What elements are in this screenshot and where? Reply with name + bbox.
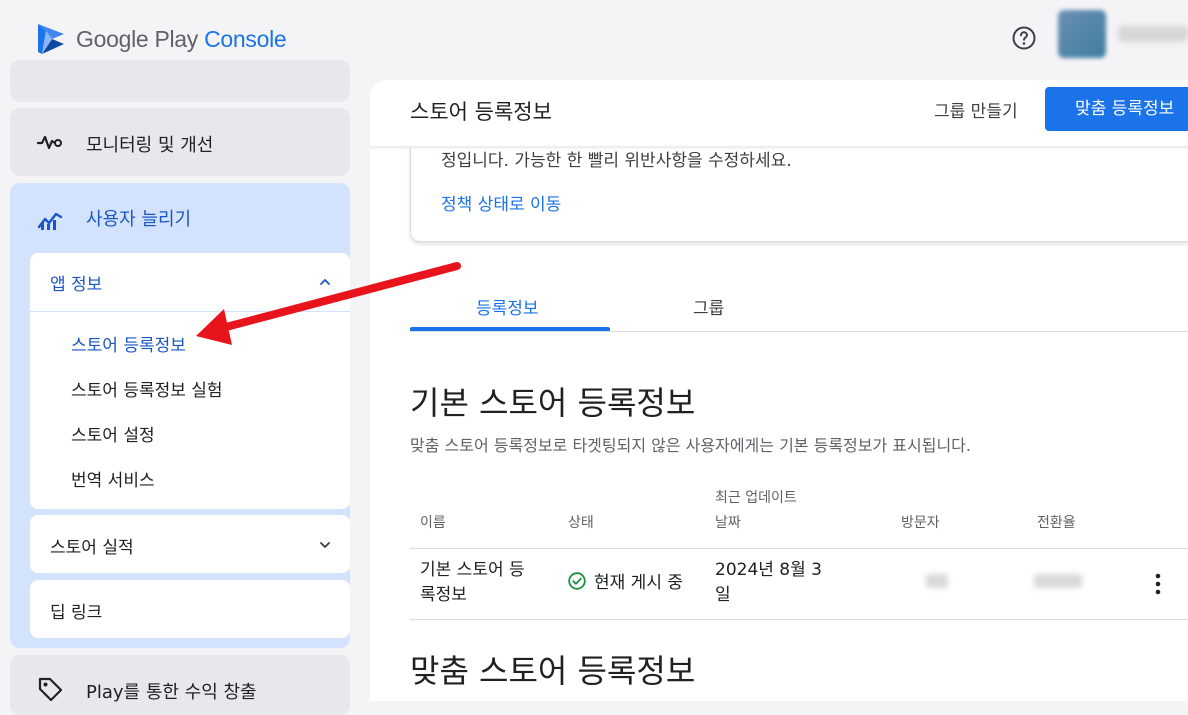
sidebar-item-store-performance[interactable]: 스토어 실적 (30, 515, 350, 573)
sidebar-item-deep-links[interactable]: 딥 링크 (30, 580, 350, 638)
tab-divider (410, 331, 1188, 332)
default-listing-title: 기본 스토어 등록정보 (410, 384, 696, 422)
column-header-visitors[interactable]: 방문자 (901, 511, 940, 536)
column-header-updated-line2[interactable]: 날짜 (715, 511, 741, 536)
play-console-logo-icon (38, 24, 64, 54)
vitals-icon (36, 135, 62, 150)
app-info-header[interactable]: 앱 정보 (30, 253, 350, 309)
custom-listing-title: 맞춤 스토어 등록정보 (410, 652, 696, 690)
sidebar-item-monetize[interactable]: Play를 통한 수익 창출 (10, 655, 350, 715)
policy-status-link[interactable]: 정책 상태로 이동 (441, 190, 561, 215)
sidebar-item-collapsed-top[interactable] (10, 60, 350, 102)
page-title: 스토어 등록정보 (410, 100, 552, 124)
status-text: 현재 게시 중 (594, 573, 684, 593)
column-header-conversion[interactable]: 전환율 (1037, 511, 1076, 536)
app-info-label: 앱 정보 (50, 275, 103, 295)
sidebar-item-translation-service[interactable]: 번역 서비스 (71, 466, 155, 491)
account-avatar[interactable] (1058, 10, 1106, 58)
main-panel: 정입니다. 가능한 한 빨리 위반사항을 수정하세요. 정책 상태로 이동 스토… (370, 80, 1188, 701)
conversion-value-blurred (1034, 574, 1082, 588)
sidebar-item-monitoring[interactable]: 모니터링 및 개선 (10, 108, 350, 176)
more-vert-icon[interactable] (1155, 572, 1161, 596)
play-console-logo[interactable]: Google Play Console (36, 22, 287, 56)
sidebar-item-store-settings[interactable]: 스토어 설정 (71, 421, 155, 446)
account-name-blurred[interactable] (1118, 26, 1188, 42)
column-header-status[interactable]: 상태 (568, 511, 594, 536)
app-info-group: 앱 정보 스토어 등록정보 스토어 등록정보 실험 스토어 설정 번역 서비스 (30, 253, 350, 509)
default-listing-description: 맞춤 스토어 등록정보로 타겟팅되지 않은 사용자에게는 기본 등록정보가 표시… (410, 436, 971, 455)
sidebar-item-label: 모니터링 및 개선 (86, 135, 214, 156)
custom-listing-button[interactable]: 맞춤 등록정보 (1045, 87, 1188, 131)
table-row-divider (410, 619, 1188, 620)
listing-name-line1: 기본 스토어 등 (420, 560, 525, 580)
column-header-updated-line1[interactable]: 최근 업데이트 (715, 486, 797, 511)
listing-date-line1: 2024년 8월 3 (715, 560, 822, 580)
tab-groups[interactable]: 그룹 (693, 294, 724, 319)
growth-chart-icon (37, 212, 63, 230)
tag-icon (38, 677, 63, 702)
chevron-up-icon (320, 278, 330, 285)
divider (30, 311, 350, 312)
tab-listings[interactable]: 등록정보 (476, 294, 539, 319)
sidebar-item-label: 사용자 늘리기 (86, 209, 192, 230)
logo-text: Google Play Console (76, 25, 287, 52)
sidebar-item-store-listing[interactable]: 스토어 등록정보 (71, 331, 186, 356)
check-circle-icon (568, 571, 586, 590)
status-badge: 현재 게시 중 (568, 568, 683, 593)
listing-name-line2: 록정보 (420, 585, 467, 605)
sidebar-section-grow: 사용자 늘리기 앱 정보 스토어 등록정보 스토어 등록정보 실험 스토어 설정… (10, 183, 350, 648)
create-group-button[interactable]: 그룹 만들기 (934, 97, 1018, 122)
help-circle-icon[interactable] (1012, 26, 1036, 50)
sidebar-item-label: Play를 통한 수익 창출 (86, 682, 257, 703)
deep-links-label: 딥 링크 (50, 603, 103, 623)
sidebar-item-store-listing-experiments[interactable]: 스토어 등록정보 실험 (71, 376, 223, 401)
chevron-down-icon (320, 542, 330, 549)
column-header-name[interactable]: 이름 (420, 511, 446, 536)
page-header: 스토어 등록정보 그룹 만들기 맞춤 등록정보 (370, 80, 1188, 146)
listing-date-line2: 일 (715, 585, 731, 605)
header-shadow (370, 146, 1188, 150)
visitors-value-blurred (926, 574, 948, 588)
store-performance-label: 스토어 실적 (50, 538, 134, 558)
